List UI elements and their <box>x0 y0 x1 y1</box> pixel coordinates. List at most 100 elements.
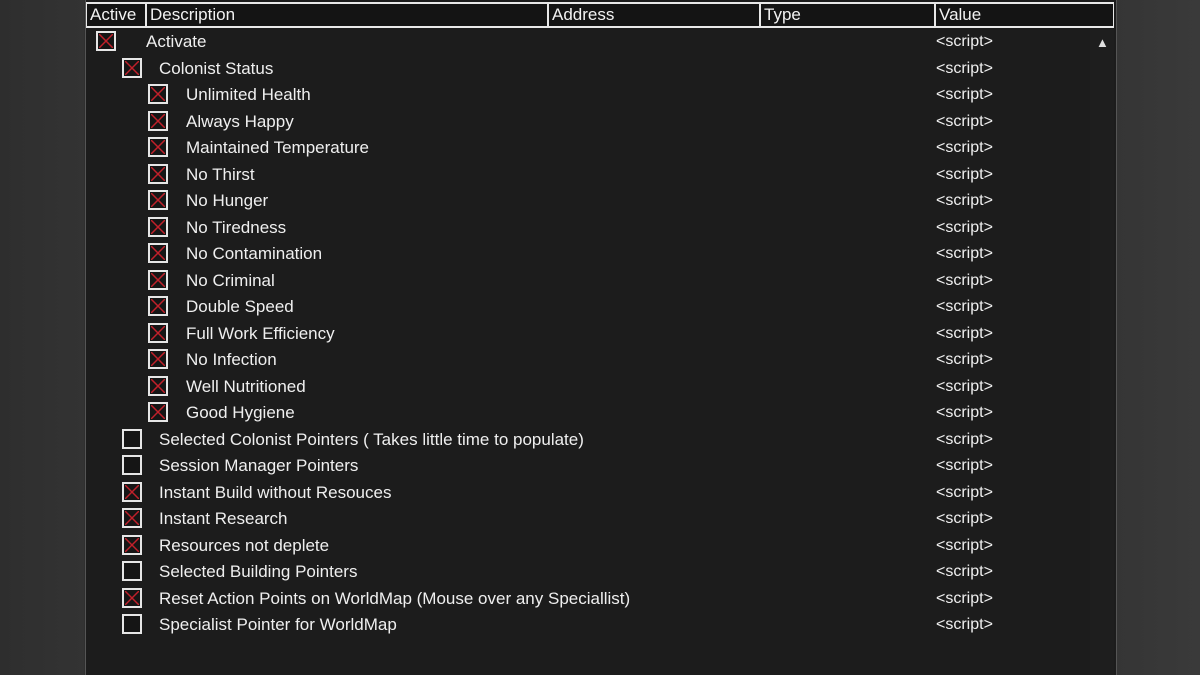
table-row[interactable]: Selected Building Pointers <script> <box>86 559 1090 585</box>
x-mark-icon <box>125 590 139 605</box>
table-row[interactable]: Resources not deplete <script> <box>86 533 1090 559</box>
column-description[interactable]: Description <box>146 2 548 28</box>
table-row[interactable]: Always Happy <script> <box>86 109 1090 135</box>
table-row[interactable]: No Criminal <script> <box>86 268 1090 294</box>
entry-description: No Infection <box>186 350 277 369</box>
entry-description: Colonist Status <box>159 58 274 78</box>
table-row[interactable]: Maintained Temperature <script> <box>86 135 1090 161</box>
column-address[interactable]: Address <box>548 2 760 28</box>
entry-description: Double Speed <box>186 297 294 316</box>
entry-description: Maintained Temperature <box>186 138 370 157</box>
active-checkbox[interactable] <box>148 322 168 343</box>
entry-value: <script> <box>936 298 993 315</box>
entry-description: Always Happy <box>186 111 294 131</box>
entry-description: Instant Research <box>159 509 288 528</box>
active-checkbox[interactable] <box>148 402 168 422</box>
entry-value: <script> <box>936 192 993 209</box>
active-checkbox[interactable] <box>148 190 168 210</box>
entry-description: Reset Action Points on WorldMap (Mouse o… <box>159 588 631 608</box>
entry-description: Session Manager Pointers <box>159 456 359 475</box>
column-value[interactable]: Value <box>935 2 1114 28</box>
active-checkbox[interactable] <box>148 296 168 316</box>
entry-description: Selected Colonist Pointers ( Takes littl… <box>159 429 584 449</box>
table-row[interactable]: Unlimited Health <script> <box>86 82 1090 108</box>
entry-description: Selected Building Pointers <box>159 562 358 581</box>
entry-value: <script> <box>936 457 993 474</box>
x-mark-icon <box>151 219 165 234</box>
entry-description: No Thirst <box>186 164 255 184</box>
active-checkbox[interactable] <box>122 508 142 528</box>
table-row[interactable]: Selected Colonist Pointers ( Takes littl… <box>86 427 1090 453</box>
active-checkbox[interactable] <box>148 84 168 104</box>
entry-value: <script> <box>936 271 993 289</box>
x-mark-icon <box>125 484 139 499</box>
entry-value: <script> <box>936 59 993 77</box>
table-row[interactable]: Well Nutritioned <script> <box>86 374 1090 400</box>
x-mark-icon <box>151 405 165 419</box>
entry-description: Full Work Efficiency <box>186 323 335 343</box>
active-checkbox[interactable] <box>148 243 168 263</box>
entry-value: <script> <box>936 33 993 50</box>
x-mark-icon <box>125 60 139 75</box>
entry-description: No Hunger <box>186 191 269 210</box>
entry-description: Unlimited Health <box>186 85 311 104</box>
entry-value: <script> <box>936 245 993 262</box>
entry-value: <script> <box>936 112 993 130</box>
table-row[interactable]: Specialist Pointer for WorldMap <script> <box>86 612 1090 638</box>
active-checkbox[interactable] <box>148 269 168 290</box>
active-checkbox[interactable] <box>148 375 168 396</box>
table-row[interactable]: Full Work Efficiency <script> <box>86 321 1090 347</box>
entry-value: <script> <box>936 483 993 501</box>
active-checkbox[interactable] <box>148 137 168 157</box>
chevron-up-icon[interactable]: ▲ <box>1096 35 1109 50</box>
column-active[interactable]: Active <box>86 2 146 28</box>
active-checkbox[interactable] <box>148 163 168 184</box>
entry-value: <script> <box>936 616 993 633</box>
table-row[interactable]: Double Speed <script> <box>86 294 1090 320</box>
active-checkbox[interactable] <box>96 31 116 51</box>
x-mark-icon <box>151 87 165 101</box>
entry-description: Instant Build without Resouces <box>159 482 392 502</box>
x-mark-icon <box>151 272 165 287</box>
table-row[interactable]: Instant Build without Resouces <script> <box>86 480 1090 506</box>
entry-value: <script> <box>936 324 993 342</box>
table-row[interactable]: No Thirst <script> <box>86 162 1090 188</box>
entry-value: <script> <box>936 86 993 103</box>
x-mark-icon <box>125 537 139 552</box>
active-checkbox[interactable] <box>122 534 142 555</box>
active-checkbox[interactable] <box>122 587 142 608</box>
table-row[interactable]: Session Manager Pointers <script> <box>86 453 1090 479</box>
active-checkbox[interactable] <box>122 561 142 581</box>
active-checkbox[interactable] <box>122 481 142 502</box>
active-checkbox[interactable] <box>148 349 168 369</box>
entry-description: Good Hygiene <box>186 403 295 422</box>
cheat-table-window: Active Description Address Type Value Ac… <box>85 0 1117 675</box>
active-checkbox[interactable] <box>122 455 142 475</box>
entry-value: <script> <box>936 351 993 368</box>
x-mark-icon <box>151 378 165 393</box>
x-mark-icon <box>125 511 139 525</box>
active-checkbox[interactable] <box>122 428 142 449</box>
x-mark-icon <box>151 193 165 207</box>
table-row[interactable]: Colonist Status <script> <box>86 56 1090 82</box>
x-mark-icon <box>151 113 165 128</box>
table-row[interactable]: Activate <script> <box>86 29 1090 55</box>
entry-description: No Contamination <box>186 244 323 263</box>
table-row[interactable]: Reset Action Points on WorldMap (Mouse o… <box>86 586 1090 612</box>
column-type[interactable]: Type <box>760 2 935 28</box>
table-row[interactable]: No Infection <script> <box>86 347 1090 373</box>
active-checkbox[interactable] <box>122 614 142 634</box>
active-checkbox[interactable] <box>148 216 168 237</box>
table-row[interactable]: No Tiredness <script> <box>86 215 1090 241</box>
entry-description: No Tiredness <box>186 217 287 237</box>
active-checkbox[interactable] <box>148 110 168 131</box>
entry-value: <script> <box>936 563 993 580</box>
table-row[interactable]: No Contamination <script> <box>86 241 1090 267</box>
x-mark-icon <box>99 34 113 48</box>
active-checkbox[interactable] <box>122 57 142 78</box>
cheat-entry-list: Activate <script> Colonist Status <script> U… <box>86 29 1090 675</box>
table-row[interactable]: Instant Research <script> <box>86 506 1090 532</box>
table-row[interactable]: Good Hygiene <script> <box>86 400 1090 426</box>
table-row[interactable]: No Hunger <script> <box>86 188 1090 214</box>
vertical-scrollbar[interactable]: ▲ <box>1090 29 1114 675</box>
